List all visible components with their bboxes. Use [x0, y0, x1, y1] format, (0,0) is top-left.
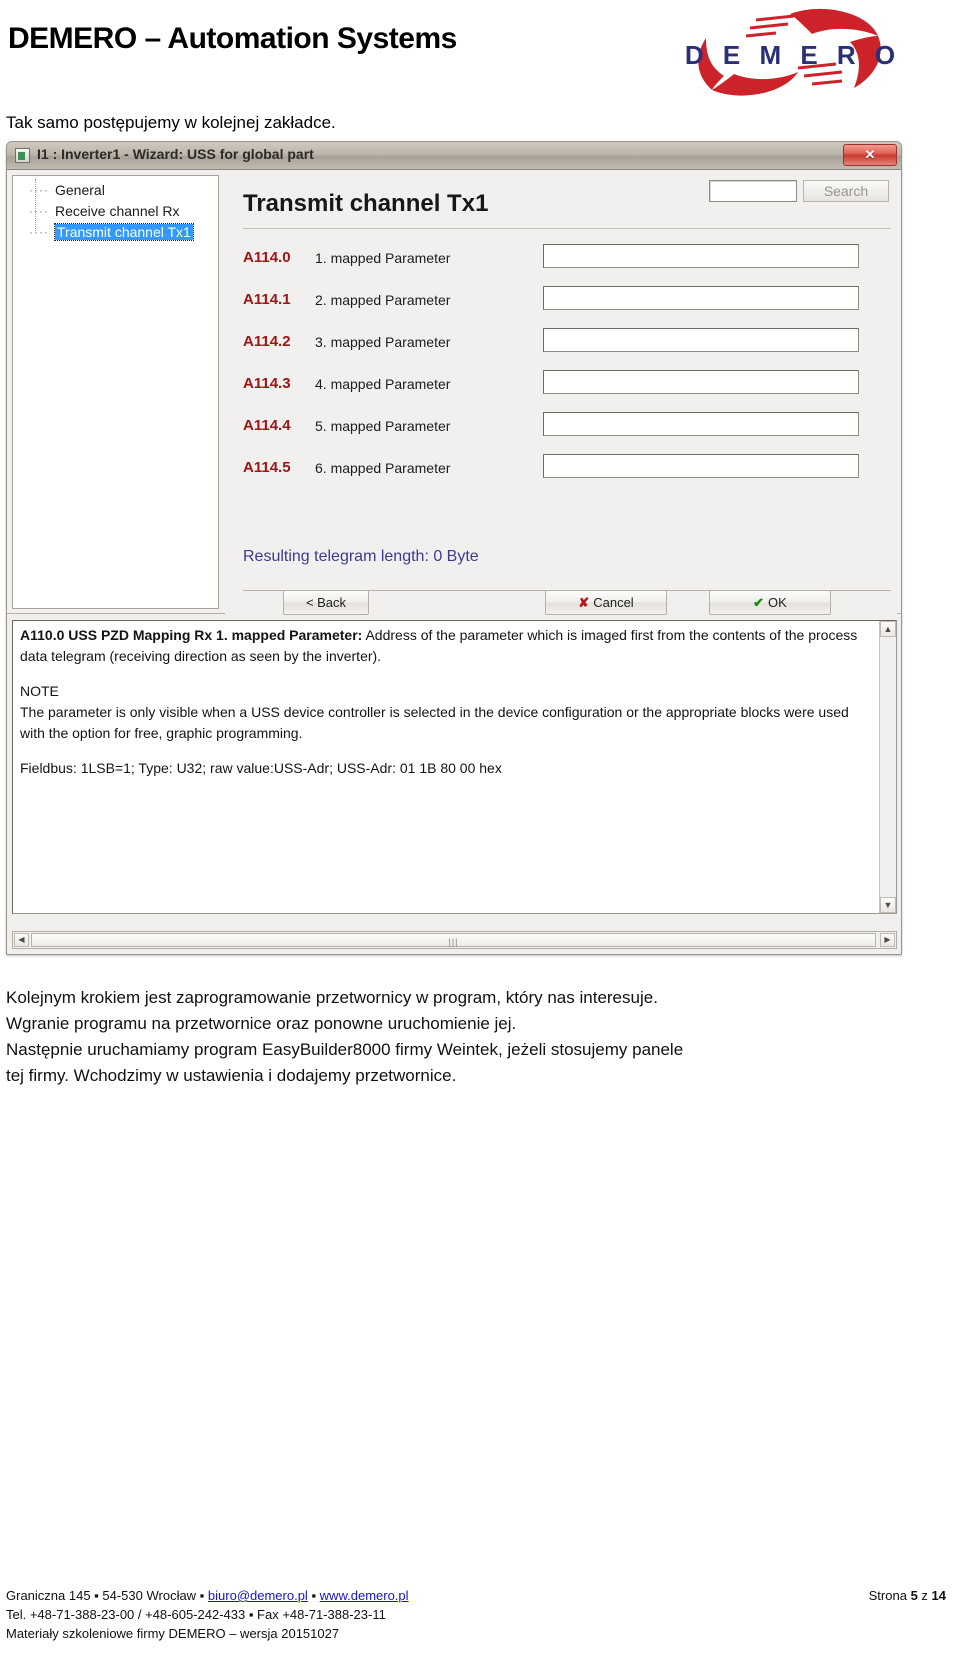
tree-branch-icon: ···· — [29, 225, 49, 239]
parameter-label: 5. mapped Parameter — [315, 418, 451, 434]
tree-item-label: Transmit channel Tx1 — [54, 223, 194, 241]
intro-line: Tak samo postępujemy w kolejnej zakładce… — [6, 113, 336, 132]
tree-branch-icon: ···· — [29, 183, 49, 197]
search-button[interactable]: Search — [803, 180, 889, 202]
parameter-address: A114.1 — [243, 291, 291, 308]
demero-logo: D E M E R O — [672, 6, 914, 98]
parameter-address: A114.0 — [243, 249, 291, 266]
page-header: DEMERO – Automation Systems D E M E R O — [0, 0, 960, 100]
parameter-row: A114.1 2. mapped Parameter — [243, 286, 891, 317]
tree-item-label: General — [55, 182, 105, 198]
window-horizontal-scrollbar[interactable]: ◀ ||| ▶ — [12, 931, 897, 949]
parameter-row: A114.5 6. mapped Parameter — [243, 454, 891, 485]
help-parameter-heading: A110.0 USS PZD Mapping Rx 1. mapped Para… — [20, 627, 363, 643]
body-line: Kolejnym krokiem jest zaprogramowanie pr… — [6, 988, 658, 1007]
tree-item-transmit-channel-tx1[interactable]: ···· Transmit channel Tx1 — [13, 222, 218, 243]
page-footer: Graniczna 145 ▪ 54-530 Wrocław ▪ biuro@d… — [6, 1586, 954, 1648]
parameter-value-input[interactable] — [543, 412, 859, 436]
scroll-left-icon[interactable]: ◀ — [14, 933, 29, 947]
application-icon — [15, 148, 30, 163]
detail-pane: Search Transmit channel Tx1 A114.0 1. ma… — [225, 170, 897, 614]
website-link[interactable]: www.demero.pl — [320, 1588, 409, 1603]
help-vertical-scrollbar[interactable]: ▲ ▼ — [879, 621, 896, 913]
help-text: A110.0 USS PZD Mapping Rx 1. mapped Para… — [20, 625, 874, 779]
help-parameter-description: A110.0 USS PZD Mapping Rx 1. mapped Para… — [20, 625, 874, 667]
email-link[interactable]: biuro@demero.pl — [208, 1588, 308, 1603]
parameter-value-input[interactable] — [543, 370, 859, 394]
search-row: Search — [709, 180, 889, 202]
wizard-button-bar: < Back ✘ Cancel ✔ OK — [225, 590, 897, 615]
window-titlebar: I1 : Inverter1 - Wizard: USS for global … — [7, 142, 901, 170]
parameter-address: A114.4 — [243, 417, 291, 434]
brand-title: DEMERO – Automation Systems — [8, 22, 457, 55]
scrollbar-grip-icon: ||| — [448, 937, 459, 947]
tree-item-general[interactable]: ···· General — [13, 180, 218, 201]
parameter-value-input[interactable] — [543, 328, 859, 352]
parameter-label: 3. mapped Parameter — [315, 334, 451, 350]
scroll-right-icon[interactable]: ▶ — [880, 933, 895, 947]
tree-branch-icon: ···· — [29, 204, 49, 218]
parameter-row: A114.3 4. mapped Parameter — [243, 370, 891, 401]
tree-item-receive-channel-rx[interactable]: ···· Receive channel Rx — [13, 201, 218, 222]
page-total: 14 — [931, 1588, 946, 1603]
scroll-down-icon[interactable]: ▼ — [880, 897, 896, 913]
parameter-row: A114.2 3. mapped Parameter — [243, 328, 891, 359]
scroll-up-icon[interactable]: ▲ — [880, 621, 896, 637]
body-line: Wgranie programu na przetwornice oraz po… — [6, 1014, 517, 1033]
search-input[interactable] — [709, 180, 797, 202]
tree-item-label: Receive channel Rx — [55, 203, 180, 219]
body-line: Następnie uruchamiamy program EasyBuilde… — [6, 1040, 684, 1059]
ok-button-label: OK — [768, 595, 787, 610]
cancel-button-label: Cancel — [593, 595, 634, 610]
body-line: tej firmy. Wchodzimy w ustawienia i doda… — [6, 1066, 457, 1085]
parameter-value-input[interactable] — [543, 286, 859, 310]
help-fieldbus-line: Fieldbus: 1LSB=1; Type: U32; raw value:U… — [20, 760, 502, 776]
telegram-length-label: Resulting telegram length: 0 Byte — [243, 548, 479, 565]
help-panel[interactable]: A110.0 USS PZD Mapping Rx 1. mapped Para… — [12, 620, 897, 914]
page-title: Transmit channel Tx1 — [243, 190, 489, 217]
check-icon: ✔ — [753, 595, 765, 610]
parameter-label: 4. mapped Parameter — [315, 376, 451, 392]
footer-separator: ▪ — [307, 1588, 320, 1603]
scrollbar-thumb[interactable]: ||| — [31, 933, 876, 947]
back-button-label: < Back — [305, 595, 347, 610]
footer-materials-line: Materiały szkoleniowe firmy DEMERO – wer… — [6, 1626, 340, 1641]
ok-button[interactable]: ✔ OK — [709, 590, 831, 615]
back-button[interactable]: < Back — [283, 590, 369, 615]
close-icon[interactable]: ✕ — [843, 144, 897, 166]
footer-phone-line: Tel. +48-71-388-23-00 / +48-605-242-433 … — [6, 1607, 386, 1622]
svg-text:D E M E R O: D E M E R O — [685, 40, 901, 70]
navigation-tree[interactable]: ···· General ···· Receive channel Rx ···… — [12, 175, 219, 609]
body-text: Kolejnym krokiem jest zaprogramowanie pr… — [6, 985, 906, 1089]
parameter-label: 1. mapped Parameter — [315, 250, 451, 266]
page-prefix: Strona — [868, 1588, 911, 1603]
parameter-row: A114.4 5. mapped Parameter — [243, 412, 891, 443]
page-current: 5 — [910, 1588, 918, 1603]
help-note-body: The parameter is only visible when a USS… — [20, 704, 849, 741]
window-title: I1 : Inverter1 - Wizard: USS for global … — [37, 146, 314, 162]
footer-address-text: Graniczna 145 ▪ 54-530 Wrocław ▪ — [6, 1588, 208, 1603]
parameter-value-input[interactable] — [543, 454, 859, 478]
footer-address-line: Graniczna 145 ▪ 54-530 Wrocław ▪ biuro@d… — [6, 1586, 954, 1605]
page-number: Strona 5 z 14 — [869, 1586, 946, 1605]
title-divider — [243, 228, 891, 229]
parameter-row: A114.0 1. mapped Parameter — [243, 244, 891, 275]
help-note-heading: NOTE — [20, 683, 59, 699]
parameter-address: A114.2 — [243, 333, 291, 350]
wizard-window-screenshot: I1 : Inverter1 - Wizard: USS for global … — [6, 141, 902, 955]
page-mid: z — [917, 1588, 932, 1603]
wizard-body: ···· General ···· Receive channel Rx ···… — [7, 170, 901, 615]
parameter-label: 6. mapped Parameter — [315, 460, 451, 476]
close-icon: ✘ — [578, 595, 590, 610]
cancel-button[interactable]: ✘ Cancel — [545, 590, 667, 615]
parameter-label: 2. mapped Parameter — [315, 292, 451, 308]
parameter-value-input[interactable] — [543, 244, 859, 268]
parameter-address: A114.3 — [243, 375, 291, 392]
parameter-address: A114.5 — [243, 459, 291, 476]
